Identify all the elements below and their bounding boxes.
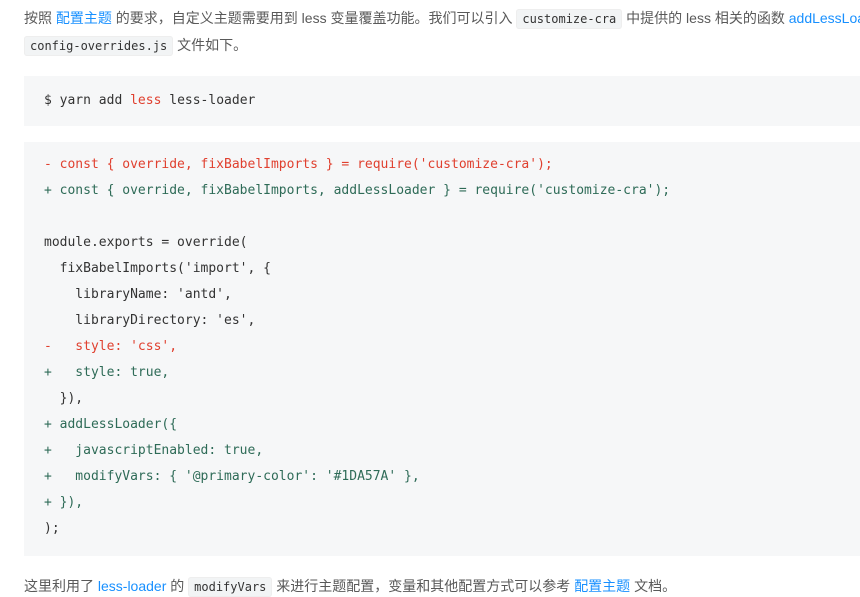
outro-text: 来进行主题配置，变量和其他配置方式可以参考 — [276, 578, 571, 594]
code-line: }), — [44, 391, 84, 406]
intro-text: 按照 — [24, 10, 52, 26]
intro-text: 中提供的 less 相关的函数 — [626, 10, 785, 26]
install-command-block: $ yarn add less less-loader — [24, 76, 860, 126]
inline-code-customize-cra: customize-cra — [516, 9, 623, 29]
intro-text: 的要求，自定义主题需要用到 less 变量覆盖功能。我们可以引入 — [115, 10, 513, 26]
outro-text: 这里利用了 — [24, 578, 94, 594]
inline-code-config-overrides: config-overrides.js — [24, 36, 174, 56]
config-code-block: - const { override, fixBabelImports } = … — [24, 142, 860, 556]
less-loader-link[interactable]: less-loader — [98, 578, 166, 594]
intro-line-1: 按照 配置主题 的要求，自定义主题需要用到 less 变量覆盖功能。我们可以引入… — [24, 5, 860, 32]
outro-text: 文档。 — [634, 578, 677, 594]
inline-code-modify-vars: modifyVars — [188, 577, 273, 597]
code-line: + addLessLoader({ — [44, 417, 178, 432]
intro-text: 文件如下。 — [177, 37, 248, 53]
code-line: module.exports = override( — [44, 235, 248, 250]
code-line: - style: 'css', — [44, 339, 178, 354]
add-less-loader-link[interactable]: addLessLoad — [789, 10, 860, 26]
code-line: libraryDirectory: 'es', — [44, 313, 256, 328]
outro-paragraph: 这里利用了 less-loader 的 modifyVars 来进行主题配置，变… — [24, 575, 860, 597]
code-line: + style: true, — [44, 365, 170, 380]
code-line: + }), — [44, 495, 84, 510]
outro-text: 的 — [170, 578, 185, 594]
install-command: $ yarn add — [44, 93, 123, 108]
intro-line-2: config-overrides.js 文件如下。 — [24, 32, 860, 59]
code-line: + javascriptEnabled: true, — [44, 443, 264, 458]
install-package-less-loader: less-loader — [169, 93, 256, 108]
theme-config-link[interactable]: 配置主题 — [56, 10, 112, 26]
code-line: ); — [44, 521, 60, 536]
code-line: libraryName: 'antd', — [44, 287, 232, 302]
code-line: + const { override, fixBabelImports, add… — [44, 183, 671, 198]
theme-config-link[interactable]: 配置主题 — [574, 578, 630, 594]
install-package-less: less — [130, 93, 162, 108]
code-line: + modifyVars: { '@primary-color': '#1DA5… — [44, 469, 420, 484]
code-line: fixBabelImports('import', { — [44, 261, 271, 276]
code-line: - const { override, fixBabelImports } = … — [44, 157, 553, 172]
